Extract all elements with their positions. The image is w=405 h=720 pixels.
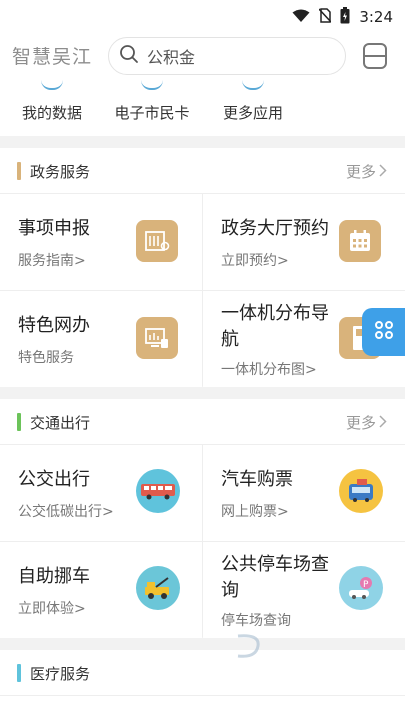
search-input[interactable]: 公积金	[108, 37, 346, 75]
more-link-traffic[interactable]: 更多	[346, 412, 387, 433]
svg-text:P: P	[363, 580, 369, 590]
clock: 3:24	[359, 8, 393, 26]
service-name: 自助挪车	[18, 566, 90, 587]
grid-icon	[374, 320, 394, 344]
section-accent-bar	[17, 664, 21, 682]
chevron-right-icon	[379, 414, 387, 432]
service-sublink: 一体机分布图>	[221, 362, 317, 378]
service-item-coach-ticket[interactable]: 汽车购票 网上购票>	[203, 445, 405, 541]
wifi-icon	[292, 8, 310, 27]
chevron-right-icon	[379, 163, 387, 181]
quick-link-label: 更多应用	[222, 104, 283, 122]
watermark-logo	[234, 632, 364, 662]
header: 智慧吴江 公积金	[0, 34, 405, 78]
no-sim-icon	[318, 7, 332, 27]
battery-icon	[340, 6, 350, 28]
quick-link-more-apps[interactable]: 更多应用	[193, 78, 313, 136]
service-item-public-parking[interactable]: 公共停车场查询 停车场查询 P	[203, 542, 405, 638]
service-name: 公共停车场查询	[221, 554, 329, 601]
service-name: 政务大厅预约	[221, 218, 329, 239]
grid-traffic: 公交出行 公交低碳出行> 汽车购票 网上购票> 自助挪车 立即体验> 公共停车场…	[0, 445, 405, 638]
service-sublink: 网上购票>	[221, 504, 289, 520]
service-sublink: 停车场查询	[221, 613, 291, 629]
section-title: 医疗服务	[30, 665, 91, 683]
service-name: 事项申报	[18, 218, 90, 239]
citizen-card-icon	[141, 80, 163, 90]
monitor-icon	[136, 317, 178, 359]
section-accent-bar	[17, 413, 21, 431]
search-icon	[119, 44, 139, 68]
coach-icon	[339, 469, 383, 513]
section-title: 政务服务	[30, 163, 91, 181]
divider	[0, 290, 405, 291]
app-title: 智慧吴江	[12, 46, 93, 68]
service-sublink: 公交低碳出行>	[18, 504, 114, 520]
service-sublink: 立即体验>	[18, 601, 86, 617]
section-title: 交通出行	[30, 414, 91, 432]
service-sublink: 特色服务	[18, 350, 74, 366]
service-name: 特色网办	[18, 315, 90, 336]
service-item-self-move-car[interactable]: 自助挪车 立即体验>	[0, 542, 202, 638]
grid-medical	[0, 696, 405, 720]
more-apps-icon	[242, 80, 264, 90]
section-header-gov: 政务服务 更多	[0, 148, 405, 194]
parking-icon: P	[339, 566, 383, 610]
more-label: 更多	[345, 163, 376, 181]
tow-truck-icon	[136, 566, 180, 610]
quick-links: 我的数据 电子市民卡 更多应用	[0, 78, 405, 136]
my-data-icon	[41, 80, 63, 90]
bus-icon	[136, 469, 180, 513]
service-name: 一体机分布导航	[221, 303, 329, 350]
search-placeholder: 公积金	[147, 48, 196, 67]
scan-button[interactable]	[362, 42, 388, 70]
section-header-traffic: 交通出行 更多	[0, 399, 405, 445]
service-item-hall-booking[interactable]: 政务大厅预约 立即预约>	[203, 194, 405, 290]
section-accent-bar	[17, 162, 21, 180]
calendar-icon	[339, 220, 381, 262]
form-icon	[136, 220, 178, 262]
floating-menu-button[interactable]	[362, 308, 405, 356]
status-bar: 3:24	[0, 0, 405, 34]
divider	[0, 541, 405, 542]
scan-icon	[362, 43, 388, 74]
service-item-bus[interactable]: 公交出行 公交低碳出行>	[0, 445, 202, 541]
service-sublink: 服务指南>	[18, 253, 86, 269]
more-link-gov[interactable]: 更多	[346, 161, 387, 182]
service-item-declaration[interactable]: 事项申报 服务指南>	[0, 194, 202, 290]
service-name: 汽车购票	[221, 469, 293, 490]
more-label: 更多	[345, 414, 376, 432]
service-name: 公交出行	[18, 469, 90, 490]
grid-gov: 事项申报 服务指南> 政务大厅预约 立即预约> 特色网办 特色服务 一体机分布导…	[0, 194, 405, 387]
service-sublink: 立即预约>	[221, 253, 289, 269]
service-item-featured-online[interactable]: 特色网办 特色服务	[0, 291, 202, 387]
